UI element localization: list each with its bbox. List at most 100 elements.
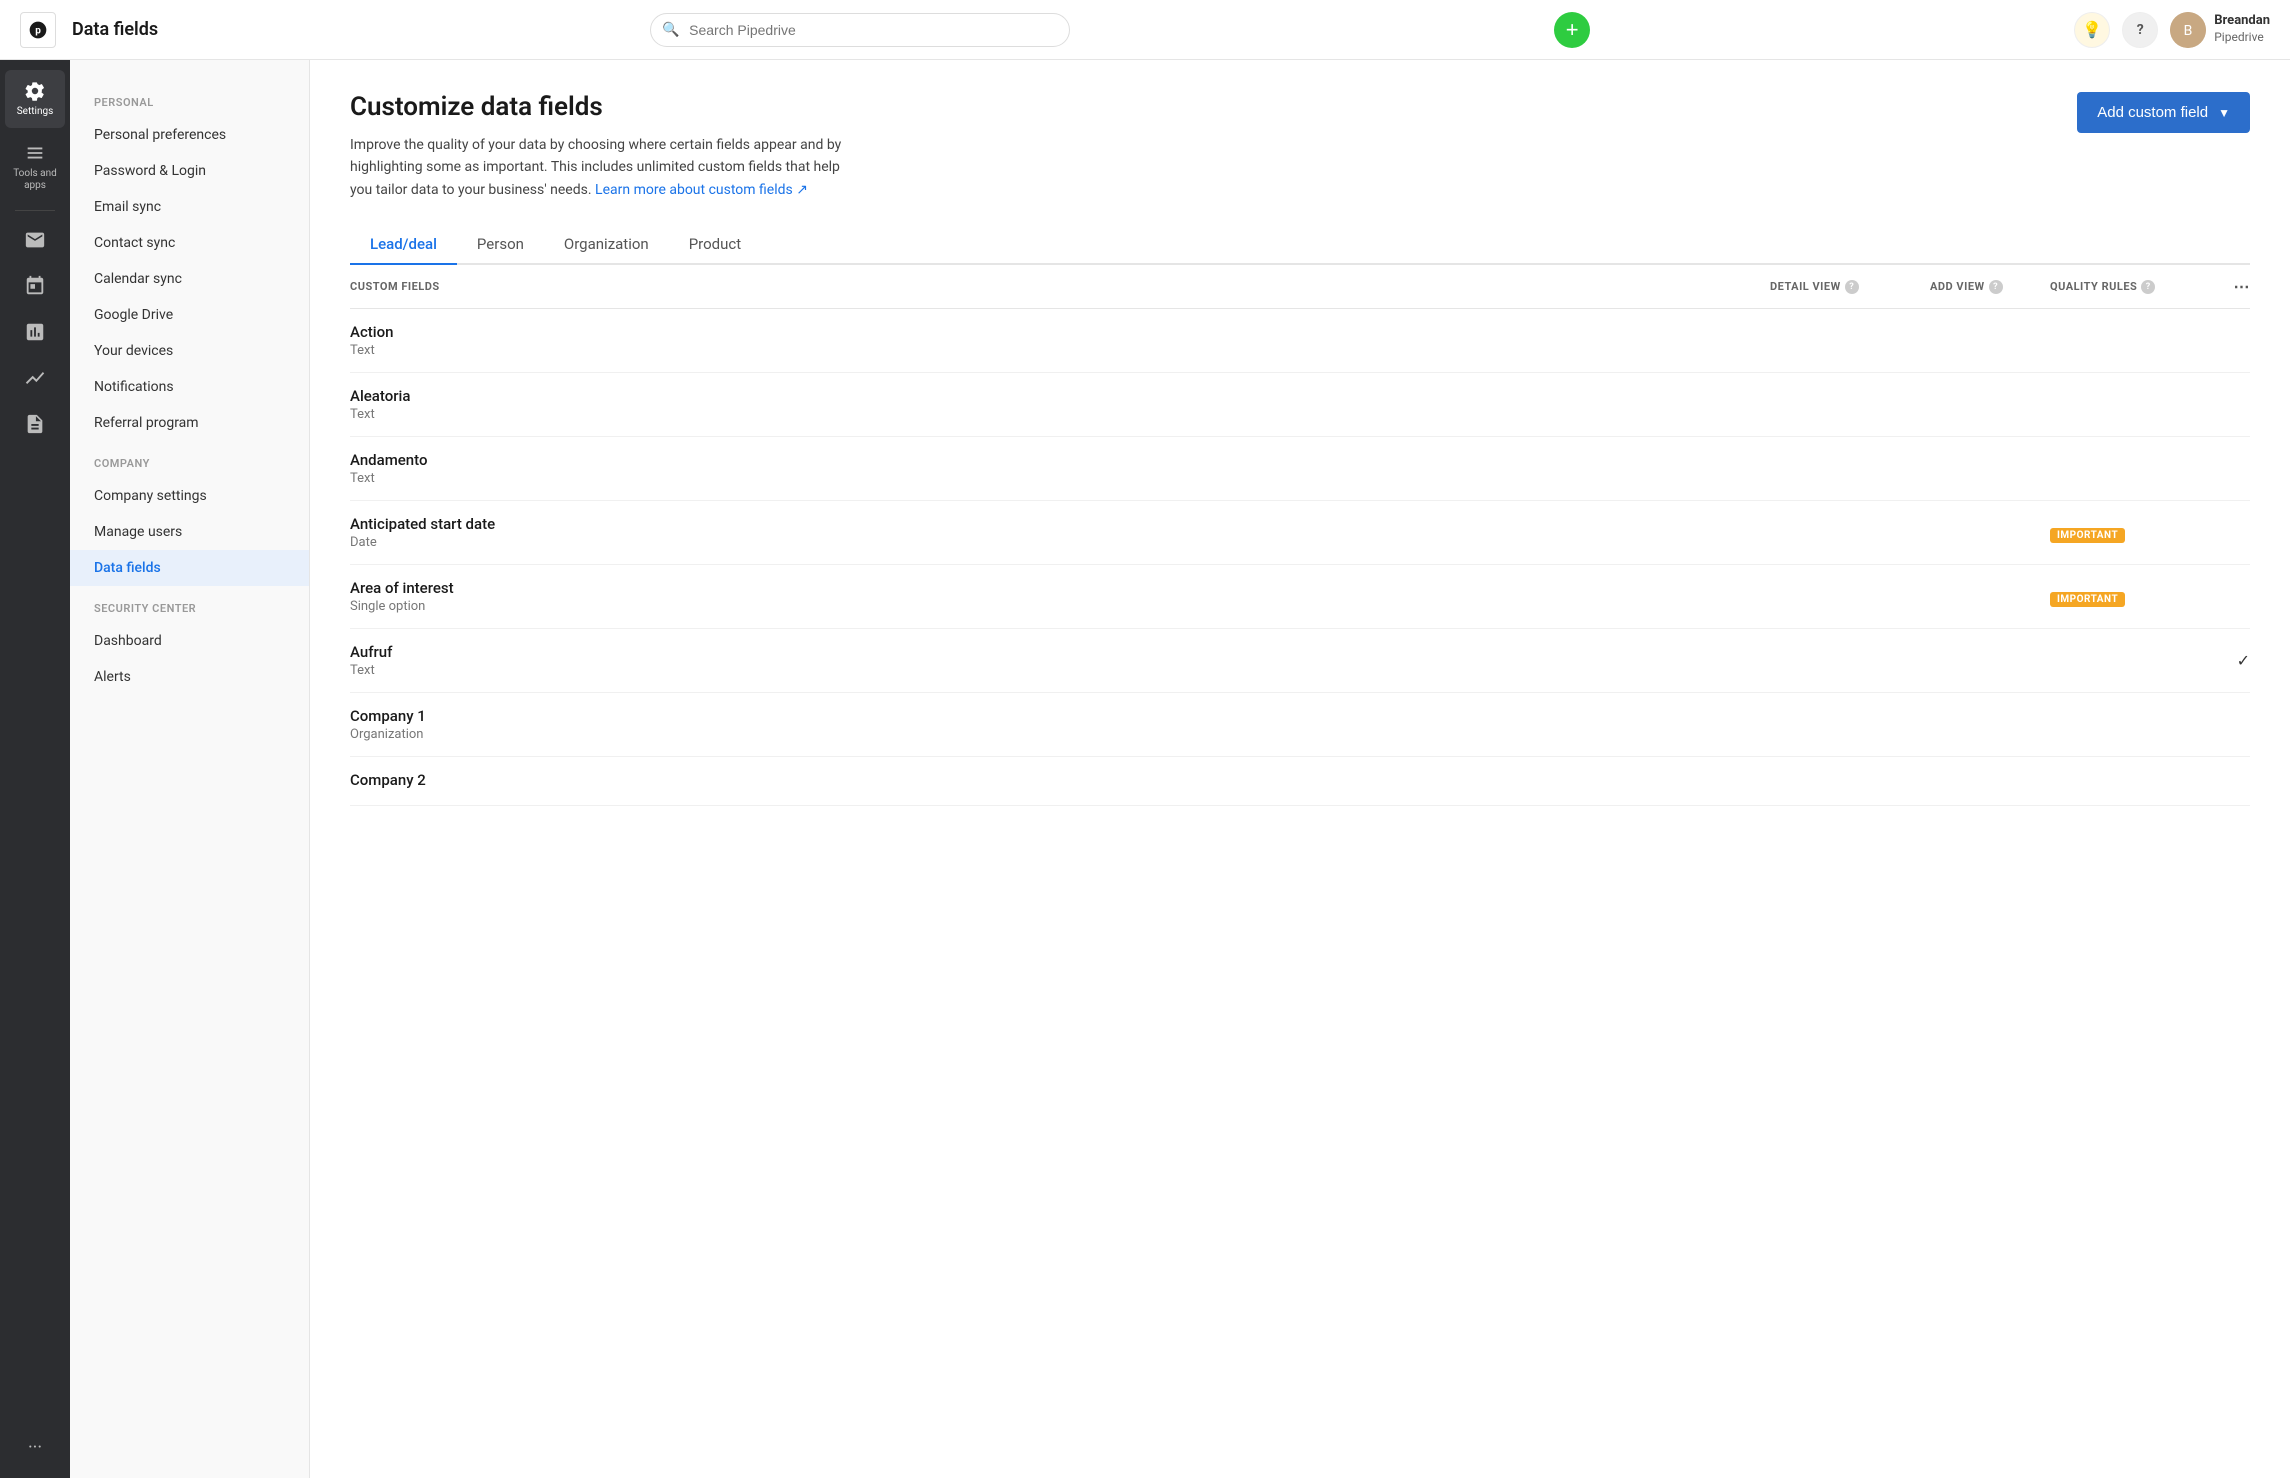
col-custom-fields-label: CUSTOM FIELDS xyxy=(350,280,440,293)
nav-dashboard-sec[interactable]: Dashboard xyxy=(70,623,309,659)
section-title-personal: PERSONAL xyxy=(70,80,309,117)
sidebar-item-mail[interactable] xyxy=(5,219,65,261)
col-detail-view-label: DETAIL VIEW xyxy=(1770,280,1841,293)
table-row: Area of interest Single option IMPORTANT xyxy=(350,565,2250,629)
user-avatar[interactable]: B Breandan Pipedrive xyxy=(2170,12,2270,48)
field-name: Aleatoria xyxy=(350,387,1770,405)
add-custom-field-label: Add custom field xyxy=(2097,104,2208,121)
field-type: Text xyxy=(350,663,1770,678)
nav-google-drive[interactable]: Google Drive xyxy=(70,297,309,333)
sidebar-item-analytics[interactable] xyxy=(5,357,65,399)
important-badge: IMPORTANT xyxy=(2050,592,2125,607)
sidebar-item-reports[interactable] xyxy=(5,311,65,353)
table-options-icon[interactable]: ⋯ xyxy=(2234,277,2251,296)
sidebar-settings-label: Settings xyxy=(17,106,54,118)
content-description: Improve the quality of your data by choo… xyxy=(350,134,850,201)
learn-more-link[interactable]: Learn more about custom fields ↗ xyxy=(595,182,808,198)
reports-icon xyxy=(24,321,46,343)
col-quality-rules: QUALITY RULES ? xyxy=(2050,277,2210,296)
nav-alerts[interactable]: Alerts xyxy=(70,659,309,695)
table-row: Company 1 Organization xyxy=(350,693,2250,757)
content-title: Customize data fields xyxy=(350,92,850,122)
tab-organization[interactable]: Organization xyxy=(544,225,669,265)
fields-table-body: Action Text Aleatoria Text xyxy=(350,309,2250,806)
field-actions: ✓ xyxy=(2210,651,2250,670)
avatar-image: B xyxy=(2170,12,2206,48)
field-name: Anticipated start date xyxy=(350,515,1770,533)
sidebar-item-settings[interactable]: Settings xyxy=(5,70,65,128)
field-type: Text xyxy=(350,471,1770,486)
col-add-view: ADD VIEW ? xyxy=(1930,277,2050,296)
nav-password-login[interactable]: Password & Login xyxy=(70,153,309,189)
nav-your-devices[interactable]: Your devices xyxy=(70,333,309,369)
nav-right: 💡 ? B Breandan Pipedrive xyxy=(2074,12,2270,48)
field-type: Text xyxy=(350,343,1770,358)
field-info: Area of interest Single option xyxy=(350,579,1770,614)
field-info: Aufruf Text xyxy=(350,643,1770,678)
sidebar-item-more[interactable]: ··· xyxy=(5,1427,65,1468)
add-button[interactable]: + xyxy=(1554,12,1590,48)
col-actions-header: ⋯ xyxy=(2210,277,2250,296)
nav-calendar-sync[interactable]: Calendar sync xyxy=(70,261,309,297)
table-row: Aufruf Text ✓ xyxy=(350,629,2250,693)
detail-view-help-icon[interactable]: ? xyxy=(1845,280,1859,294)
field-name: Company 1 xyxy=(350,707,1770,725)
table-row: Action Text xyxy=(350,309,2250,373)
field-name: Aufruf xyxy=(350,643,1770,661)
table-header: CUSTOM FIELDS DETAIL VIEW ? ADD VIEW ? Q… xyxy=(350,265,2250,309)
field-type: Single option xyxy=(350,599,1770,614)
important-badge: IMPORTANT xyxy=(2050,528,2125,543)
page-title: Data fields xyxy=(72,19,158,40)
field-name: Action xyxy=(350,323,1770,341)
tab-lead-deal[interactable]: Lead/deal xyxy=(350,225,457,265)
svg-text:B: B xyxy=(2184,23,2193,39)
field-info: Company 2 xyxy=(350,771,1770,791)
nav-referral-program[interactable]: Referral program xyxy=(70,405,309,441)
tab-person[interactable]: Person xyxy=(457,225,544,265)
field-name: Company 2 xyxy=(350,771,1770,789)
field-info: Action Text xyxy=(350,323,1770,358)
svg-text:p: p xyxy=(35,25,41,36)
field-name: Area of interest xyxy=(350,579,1770,597)
nav-contact-sync[interactable]: Contact sync xyxy=(70,225,309,261)
field-type: Date xyxy=(350,535,1770,550)
settings-sidebar: PERSONAL Personal preferences Password &… xyxy=(70,60,310,1478)
table-row: Aleatoria Text xyxy=(350,373,2250,437)
col-custom-fields: CUSTOM FIELDS xyxy=(350,277,1770,296)
tips-button[interactable]: 💡 xyxy=(2074,12,2110,48)
tab-product[interactable]: Product xyxy=(669,225,761,265)
sidebar-item-tools[interactable]: Tools and apps xyxy=(5,132,65,202)
section-title-security: SECURITY CENTER xyxy=(70,586,309,623)
field-info: Aleatoria Text xyxy=(350,387,1770,422)
nav-company-settings[interactable]: Company settings xyxy=(70,478,309,514)
add-custom-field-button[interactable]: Add custom field ▼ xyxy=(2077,92,2250,133)
top-nav: p Data fields 🔍 + 💡 ? B Breandan Pipedri… xyxy=(0,0,2290,60)
field-name: Andamento xyxy=(350,451,1770,469)
field-info: Anticipated start date Date xyxy=(350,515,1770,550)
quality-rules-help-icon[interactable]: ? xyxy=(2141,280,2155,294)
check-icon: ✓ xyxy=(2237,651,2250,670)
help-button[interactable]: ? xyxy=(2122,12,2158,48)
field-type: Text xyxy=(350,407,1770,422)
field-type: Organization xyxy=(350,727,1770,742)
nav-manage-users[interactable]: Manage users xyxy=(70,514,309,550)
col-quality-rules-label: QUALITY RULES xyxy=(2050,280,2137,293)
settings-icon xyxy=(24,80,46,102)
nav-data-fields[interactable]: Data fields xyxy=(70,550,309,586)
nav-email-sync[interactable]: Email sync xyxy=(70,189,309,225)
nav-personal-preferences[interactable]: Personal preferences xyxy=(70,117,309,153)
table-row: Anticipated start date Date IMPORTANT xyxy=(350,501,2250,565)
mail-icon xyxy=(24,229,46,251)
sidebar-tools-label: Tools and apps xyxy=(9,168,61,192)
search-bar: 🔍 xyxy=(650,13,1070,47)
add-view-help-icon[interactable]: ? xyxy=(1989,280,2003,294)
search-icon: 🔍 xyxy=(662,22,679,38)
col-detail-view: DETAIL VIEW ? xyxy=(1770,277,1930,296)
section-title-company: COMPANY xyxy=(70,441,309,478)
search-input[interactable] xyxy=(650,13,1070,47)
user-company: Pipedrive xyxy=(2214,30,2270,46)
sidebar-item-files[interactable] xyxy=(5,403,65,445)
sidebar-item-calendar[interactable] xyxy=(5,265,65,307)
nav-notifications[interactable]: Notifications xyxy=(70,369,309,405)
user-name: Breandan xyxy=(2214,13,2270,28)
